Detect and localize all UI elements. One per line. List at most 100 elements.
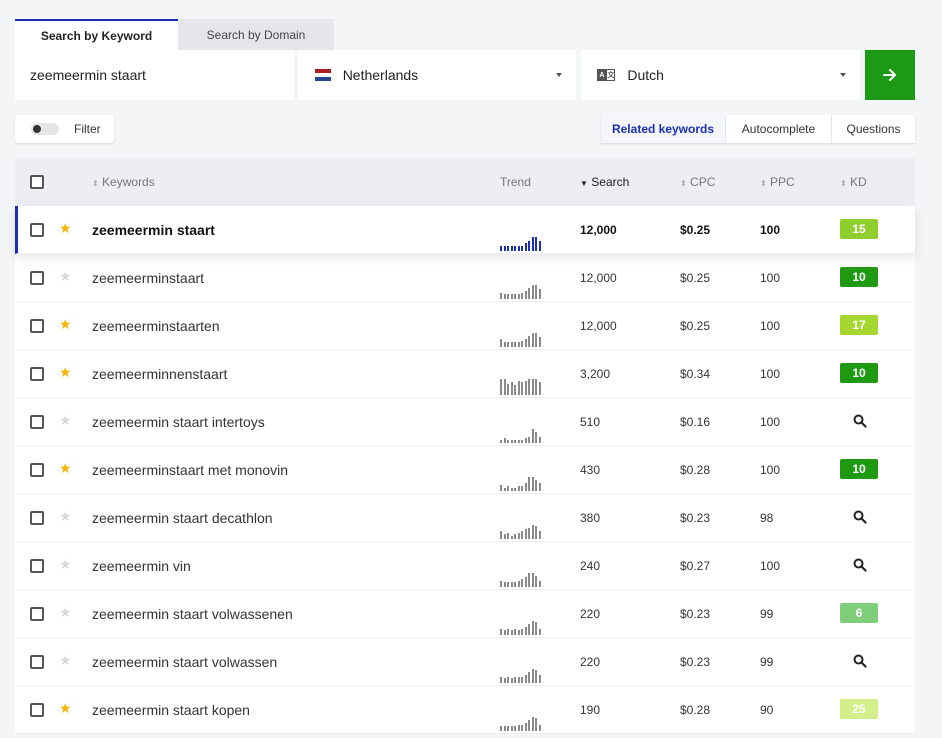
search-icon[interactable] xyxy=(853,510,867,524)
tab-autocomplete[interactable]: Autocomplete xyxy=(725,115,831,143)
result-type-segments: Related keywords Autocomplete Questions xyxy=(601,115,915,143)
cpc-cell: $0.34 xyxy=(680,367,711,381)
star-icon[interactable]: ★ xyxy=(59,316,72,333)
search-icon[interactable] xyxy=(853,558,867,572)
table-row[interactable]: ★ zeemeerminnenstaart 3,200 $0.34 100 10 xyxy=(15,350,915,398)
kd-badge: 10 xyxy=(840,267,878,287)
tab-related-keywords[interactable]: Related keywords xyxy=(601,115,725,143)
row-checkbox[interactable] xyxy=(30,463,44,477)
table-row[interactable]: ★ zeemeermin vin 240 $0.27 100 xyxy=(15,542,915,590)
tab-search-by-keyword[interactable]: Search by Keyword xyxy=(15,19,178,50)
row-checkbox[interactable] xyxy=(30,319,44,333)
row-checkbox[interactable] xyxy=(30,367,44,381)
search-volume-cell: 12,000 xyxy=(580,271,617,285)
trend-bar xyxy=(538,483,541,491)
keyword-cell[interactable]: zeemeermin staart volwassenen xyxy=(92,606,293,622)
table-row[interactable]: ★ zeemeermin staart intertoys 510 $0.16 100 xyxy=(15,398,915,446)
trend-bar xyxy=(531,379,534,395)
keyword-cell[interactable]: zeemeermin staart intertoys xyxy=(92,414,265,430)
search-icon[interactable] xyxy=(853,414,867,428)
star-icon[interactable]: ★ xyxy=(59,460,72,477)
row-checkbox[interactable] xyxy=(30,511,44,525)
ppc-cell: 99 xyxy=(760,607,774,621)
keyword-input[interactable] xyxy=(15,50,294,100)
star-icon[interactable]: ★ xyxy=(59,700,72,717)
trend-bar xyxy=(510,678,513,683)
trend-bar xyxy=(510,536,513,539)
row-checkbox[interactable] xyxy=(30,655,44,669)
trend-bar xyxy=(521,531,523,539)
sort-icon: ⬍ xyxy=(760,179,767,188)
table-row[interactable]: ★ zeemeermin staart volwassen 220 $0.23 99 xyxy=(15,638,915,686)
row-checkbox[interactable] xyxy=(30,703,44,717)
keyword-cell[interactable]: zeemeerminstaarten xyxy=(92,318,220,334)
row-checkbox[interactable] xyxy=(30,559,44,573)
trend-bar xyxy=(528,672,530,683)
keyword-cell[interactable]: zeemeermin vin xyxy=(92,558,191,574)
star-icon[interactable]: ★ xyxy=(59,412,72,429)
language-select[interactable]: A文 Dutch xyxy=(581,50,861,100)
trend-bar xyxy=(531,333,534,347)
trend-bar xyxy=(524,577,527,587)
ppc-cell: 90 xyxy=(760,703,774,717)
search-volume-cell: 380 xyxy=(580,511,601,525)
trend-bar xyxy=(521,440,523,443)
row-checkbox[interactable] xyxy=(30,415,44,429)
row-checkbox[interactable] xyxy=(30,271,44,285)
trend-bar xyxy=(528,241,530,251)
trend-bar xyxy=(507,342,509,347)
trend-bar xyxy=(524,529,527,539)
star-icon[interactable]: ★ xyxy=(59,268,72,285)
column-ppc[interactable]: ⬍ PPC xyxy=(760,175,795,189)
star-icon[interactable]: ★ xyxy=(59,556,72,573)
trend-bar xyxy=(503,488,506,491)
trend-sparkline xyxy=(500,329,542,347)
column-keywords[interactable]: ⬍ Keywords xyxy=(92,175,155,189)
column-cpc[interactable]: ⬍ CPC xyxy=(680,175,715,189)
table-row[interactable]: ★ zeemeermin staart kopen 190 $0.28 90 25 xyxy=(15,686,915,734)
trend-sparkline xyxy=(500,665,542,683)
country-select[interactable]: Netherlands xyxy=(297,50,577,100)
trend-bar xyxy=(503,438,506,443)
select-all-checkbox[interactable] xyxy=(30,175,44,189)
trend-bar xyxy=(500,339,502,347)
column-kd[interactable]: ⬍ KD xyxy=(840,175,867,189)
star-icon[interactable]: ★ xyxy=(59,220,72,237)
table-row[interactable]: ★ zeemeerminstaart met monovin 430 $0.28 100… xyxy=(15,446,915,494)
keyword-cell[interactable]: zeemeermin staart decathlon xyxy=(92,510,273,526)
toggle-switch[interactable] xyxy=(31,123,59,135)
trend-bar xyxy=(524,381,527,395)
keyword-cell[interactable]: zeemeerminstaart xyxy=(92,270,204,286)
row-checkbox[interactable] xyxy=(30,223,44,237)
keyword-cell[interactable]: zeemeermin staart volwassen xyxy=(92,654,277,670)
table-row[interactable]: ★ zeemeermin staart 12,000 $0.25 100 15 xyxy=(15,206,915,254)
table-row[interactable]: ★ zeemeermin staart volwassenen 220 $0.23 99… xyxy=(15,590,915,638)
trend-bar xyxy=(535,526,537,539)
table-row[interactable]: ★ zeemeerminstaarten 12,000 $0.25 100 17 xyxy=(15,302,915,350)
trend-bar xyxy=(500,629,502,635)
trend-bar xyxy=(524,675,527,683)
trend-bar xyxy=(500,379,502,395)
keyword-cell[interactable]: zeemeermin staart xyxy=(92,222,215,238)
trend-bar xyxy=(538,531,541,539)
keyword-cell[interactable]: zeemeerminstaart met monovin xyxy=(92,462,288,478)
trend-bar xyxy=(524,483,527,491)
column-search[interactable]: ▼ Search xyxy=(580,175,629,189)
table-row[interactable]: ★ zeemeermin staart decathlon 380 $0.23 98 xyxy=(15,494,915,542)
row-checkbox[interactable] xyxy=(30,607,44,621)
keyword-cell[interactable]: zeemeermin staart kopen xyxy=(92,702,250,718)
star-icon[interactable]: ★ xyxy=(59,364,72,381)
table-row[interactable]: ★ zeemeerminstaart 12,000 $0.25 100 10 xyxy=(15,254,915,302)
star-icon[interactable]: ★ xyxy=(59,652,72,669)
filter-toggle[interactable]: Filter xyxy=(15,115,114,143)
tab-search-by-domain[interactable]: Search by Domain xyxy=(178,19,334,50)
star-icon[interactable]: ★ xyxy=(59,508,72,525)
tab-questions[interactable]: Questions xyxy=(831,115,915,143)
search-icon[interactable] xyxy=(853,654,867,668)
trend-bar xyxy=(521,629,523,635)
trend-bar xyxy=(517,630,520,635)
star-icon[interactable]: ★ xyxy=(59,604,72,621)
keyword-cell[interactable]: zeemeerminnenstaart xyxy=(92,366,227,382)
search-submit-button[interactable] xyxy=(865,50,915,100)
trend-bar xyxy=(503,294,506,299)
